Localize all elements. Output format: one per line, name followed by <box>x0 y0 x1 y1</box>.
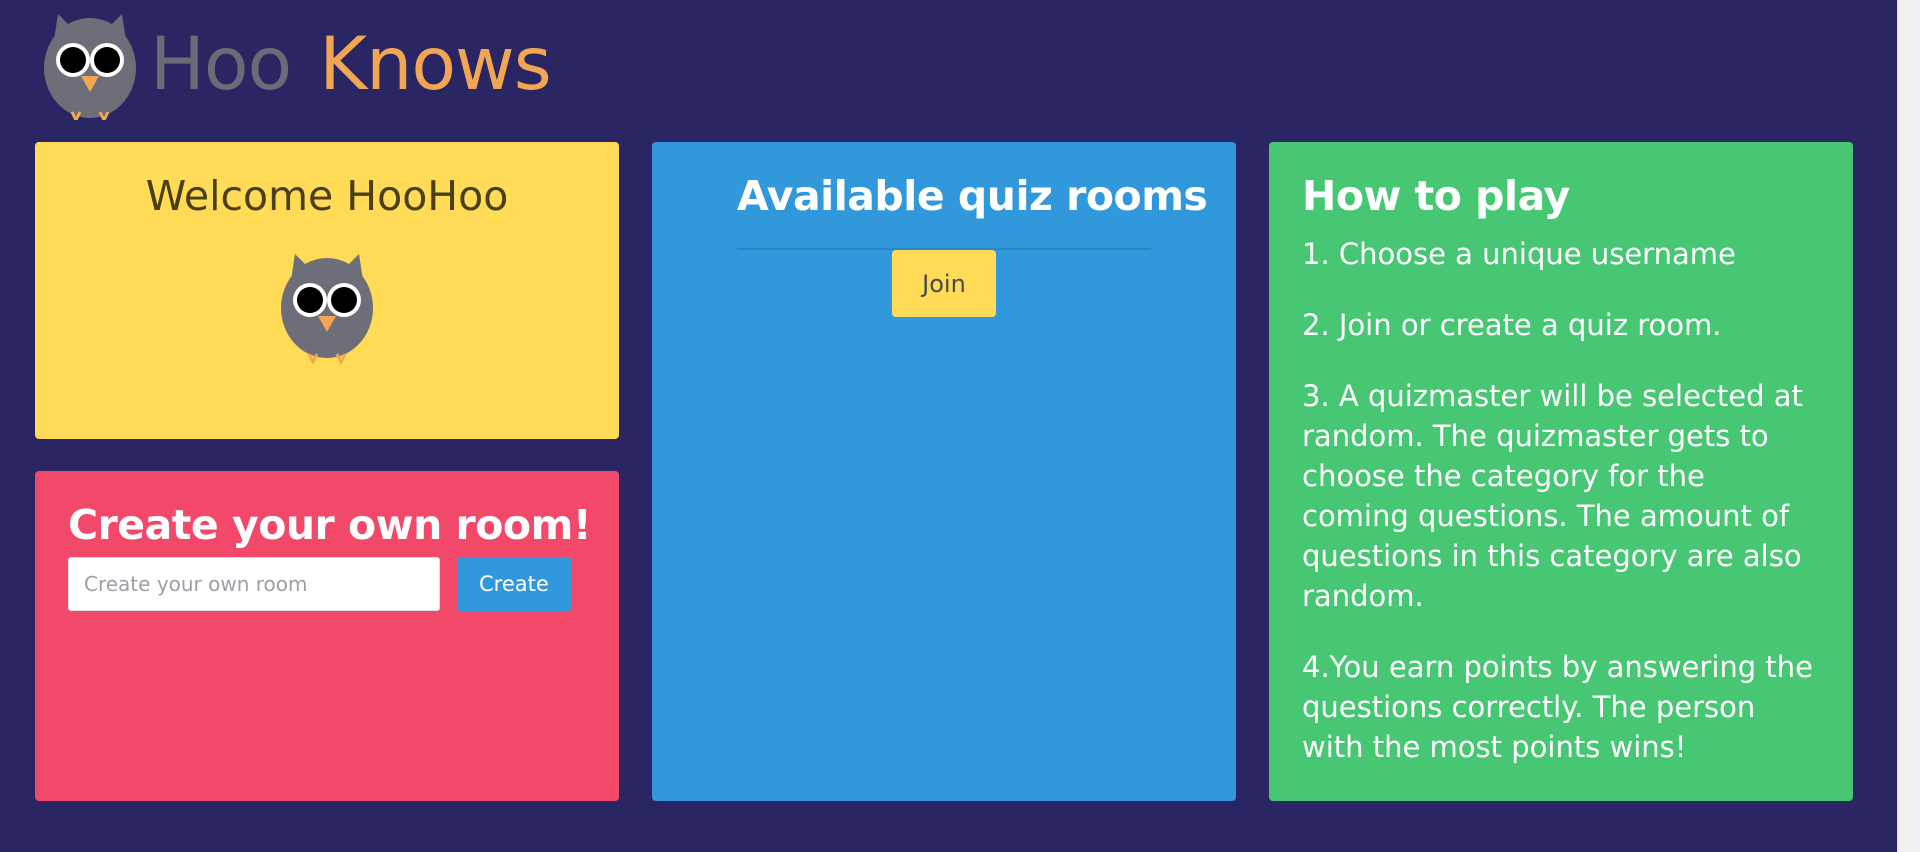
page-scrollbar[interactable] <box>1897 0 1920 852</box>
create-room-card: Create your own room! Create <box>35 471 619 801</box>
how-to-step: 4.You earn points by answering the quest… <box>1302 650 1813 764</box>
header: Hoo Knows <box>40 8 552 120</box>
page: Hoo Knows Welcome HooHoo Create your own … <box>0 0 1920 852</box>
how-to-play-title: How to play <box>1302 172 1570 220</box>
quiz-rooms-card: Available quiz rooms Join <box>652 142 1236 801</box>
how-to-step: 1. Choose a unique username <box>1302 237 1736 271</box>
quiz-rooms-title: Available quiz rooms <box>737 172 1208 250</box>
owl-icon <box>44 14 136 120</box>
how-to-play-card: How to play 1. Choose a unique username … <box>1269 142 1853 801</box>
brand-knows: Knows <box>319 21 552 107</box>
brand-hoo: Hoo <box>150 21 292 107</box>
owl-icon <box>281 254 373 364</box>
welcome-title: Welcome HooHoo <box>145 172 509 220</box>
brand-title: Hoo Knows <box>150 21 552 107</box>
create-room-input[interactable] <box>68 557 440 611</box>
create-button[interactable]: Create <box>457 557 571 611</box>
how-to-step: 2. Join or create a quiz room. <box>1302 308 1722 342</box>
create-room-title: Create your own room! <box>68 501 592 549</box>
join-button[interactable]: Join <box>892 250 996 317</box>
welcome-card: Welcome HooHoo <box>35 142 619 439</box>
create-room-form: Create <box>68 557 586 611</box>
how-to-step: 3. A quizmaster will be selected at rand… <box>1302 379 1803 613</box>
